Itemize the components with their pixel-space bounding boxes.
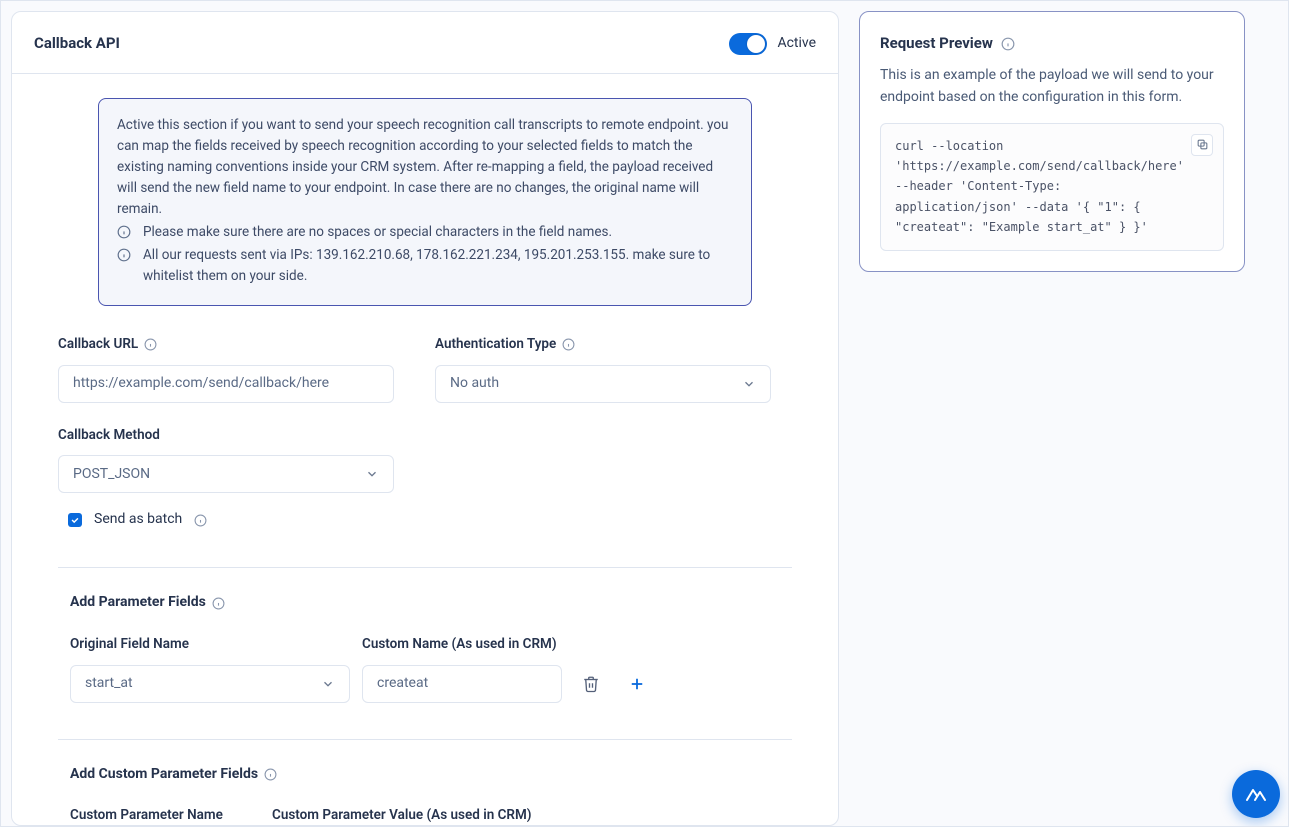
- trash-icon: [582, 675, 600, 693]
- callback-method-col: Callback Method POST_JSON: [58, 425, 792, 494]
- param-section-title: Add Parameter Fields: [70, 592, 792, 614]
- brand-mountain-icon: [1244, 782, 1268, 806]
- copy-icon: [1196, 138, 1209, 151]
- info-note-2: All our requests sent via IPs: 139.162.2…: [117, 245, 733, 287]
- custom-param-name-col: Custom Parameter Name: [70, 805, 260, 825]
- preview-code: curl --location 'https://example.com/sen…: [895, 139, 1184, 235]
- info-icon: [117, 225, 131, 239]
- callback-url-col: Callback URL https://example.com/send/ca…: [58, 334, 415, 403]
- send-as-batch-checkbox[interactable]: [68, 513, 82, 527]
- original-field-value: start_at: [85, 673, 133, 695]
- custom-name-input[interactable]: createat: [362, 665, 562, 703]
- preview-title-text: Request Preview: [880, 32, 993, 55]
- auth-type-label-text: Authentication Type: [435, 334, 556, 355]
- info-paragraph: Active this section if you want to send …: [117, 115, 733, 220]
- delete-param-button[interactable]: [574, 665, 608, 703]
- plus-icon: [628, 675, 646, 693]
- auth-type-value: No auth: [450, 373, 499, 395]
- send-as-batch-row: Send as batch: [68, 509, 792, 531]
- info-icon: [194, 514, 207, 527]
- card-header: Callback API Active: [12, 12, 838, 74]
- card-title: Callback API: [34, 32, 120, 55]
- custom-param-value-label: Custom Parameter Value (As used in CRM): [272, 805, 544, 825]
- auth-type-select[interactable]: No auth: [435, 365, 771, 403]
- divider: [58, 567, 792, 568]
- custom-name-col: Custom Name (As used in CRM) createat: [362, 634, 562, 703]
- original-field-col: Original Field Name start_at: [70, 634, 350, 703]
- preview-code-box: curl --location 'https://example.com/sen…: [880, 123, 1224, 251]
- info-icon: [144, 338, 157, 351]
- info-note-1: Please make sure there are no spaces or …: [117, 222, 733, 243]
- active-toggle[interactable]: [729, 33, 767, 55]
- custom-name-value: createat: [377, 673, 428, 695]
- custom-param-name-label: Custom Parameter Name: [70, 805, 260, 825]
- chevron-down-icon: [321, 677, 335, 691]
- form-grid: Callback URL https://example.com/send/ca…: [58, 334, 792, 403]
- info-icon: [264, 768, 277, 781]
- original-field-label: Original Field Name: [70, 634, 350, 655]
- active-toggle-wrap: Active: [729, 33, 816, 55]
- preview-title: Request Preview: [880, 32, 1224, 55]
- chevron-down-icon: [742, 377, 756, 391]
- callback-method-value: POST_JSON: [73, 464, 150, 486]
- preview-description: This is an example of the payload we wil…: [880, 65, 1224, 108]
- info-icon: [1001, 37, 1015, 51]
- divider: [58, 739, 792, 740]
- callback-method-label: Callback Method: [58, 425, 792, 446]
- copy-code-button[interactable]: [1191, 134, 1213, 156]
- custom-name-label: Custom Name (As used in CRM): [362, 634, 562, 655]
- custom-param-row: Custom Parameter Name Custom Parameter V…: [70, 805, 792, 825]
- callback-url-label-text: Callback URL: [58, 334, 138, 355]
- callback-method-label-text: Callback Method: [58, 425, 160, 446]
- callback-url-input[interactable]: https://example.com/send/callback/here: [58, 365, 394, 403]
- info-note-2-text: All our requests sent via IPs: 139.162.2…: [143, 245, 733, 287]
- help-fab-button[interactable]: [1232, 770, 1280, 818]
- info-icon: [562, 338, 575, 351]
- callback-method-select[interactable]: POST_JSON: [58, 455, 394, 493]
- param-row: Original Field Name start_at Custom Name…: [70, 634, 792, 703]
- custom-param-section-title: Add Custom Parameter Fields: [70, 764, 792, 786]
- info-note-1-text: Please make sure there are no spaces or …: [143, 222, 612, 243]
- callback-url-label: Callback URL: [58, 334, 415, 355]
- param-section-title-text: Add Parameter Fields: [70, 592, 206, 614]
- info-box: Active this section if you want to send …: [98, 98, 752, 305]
- add-param-button[interactable]: [620, 665, 654, 703]
- send-as-batch-label: Send as batch: [94, 509, 182, 531]
- auth-type-col: Authentication Type No auth: [435, 334, 792, 403]
- original-field-select[interactable]: start_at: [70, 665, 350, 703]
- card-body: Active this section if you want to send …: [12, 74, 838, 825]
- toggle-knob: [747, 35, 765, 53]
- active-toggle-label: Active: [777, 33, 816, 55]
- custom-param-section-title-text: Add Custom Parameter Fields: [70, 764, 258, 786]
- callback-api-card: Callback API Active Active this section …: [11, 11, 839, 826]
- info-icon: [212, 597, 225, 610]
- info-icon: [117, 248, 131, 262]
- auth-type-label: Authentication Type: [435, 334, 792, 355]
- chevron-down-icon: [365, 467, 379, 481]
- custom-param-value-col: Custom Parameter Value (As used in CRM): [272, 805, 544, 825]
- request-preview-card: Request Preview This is an example of th…: [859, 11, 1245, 272]
- callback-url-value: https://example.com/send/callback/here: [73, 373, 329, 395]
